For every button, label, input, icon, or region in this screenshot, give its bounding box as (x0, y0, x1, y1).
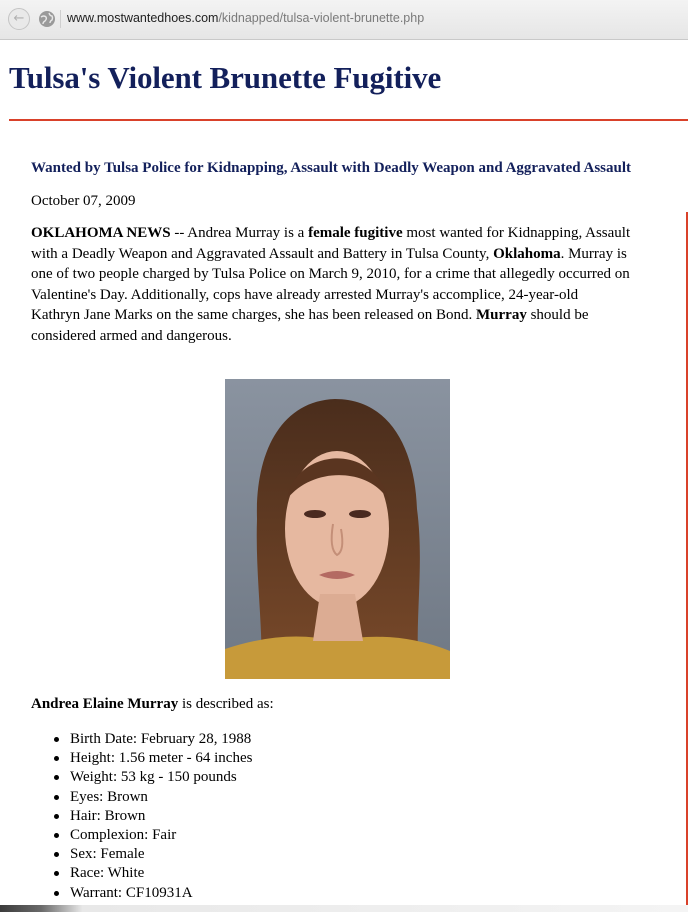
mugshot-photo (225, 379, 450, 679)
article-subtitle: Wanted by Tulsa Police for Kidnapping, A… (31, 160, 632, 176)
article-content: Wanted by Tulsa Police for Kidnapping, A… (31, 158, 631, 346)
fact-item: Warrant: CF10931A (31, 884, 252, 903)
fugitive-facts-list: Birth Date: February 28, 1988 Height: 1.5… (31, 730, 252, 903)
fact-item: Race: White (31, 864, 252, 883)
description-intro: Andrea Elaine Murray is described as: (31, 694, 274, 714)
fact-item: Birth Date: February 28, 1988 (31, 730, 252, 749)
page-title: Tulsa's Violent Brunette Fugitive (9, 60, 442, 95)
fact-item: Eyes: Brown (31, 788, 252, 807)
fugitive-name: Andrea Elaine Murray (31, 696, 179, 712)
url-path: /kidnapped/tulsa-violent-brunette.php (218, 11, 425, 25)
browser-toolbar: ← www.mostwantedhoes.com/kidnapped/tulsa… (0, 0, 688, 40)
address-bar[interactable]: www.mostwantedhoes.com/kidnapped/tulsa-v… (67, 11, 424, 25)
article-text: -- Andrea Murray is a (170, 225, 309, 241)
url-separator (60, 10, 61, 28)
fact-item: Weight: 53 kg - 150 pounds (31, 768, 252, 787)
article-bold-text: OKLAHOMA NEWS (31, 225, 171, 241)
fact-item: Height: 1.56 meter - 64 inches (31, 749, 252, 768)
window-bottom-edge (0, 905, 688, 912)
article-bold-text: Oklahoma (493, 245, 561, 262)
fact-item: Complexion: Fair (31, 826, 252, 845)
url-domain: www.mostwantedhoes.com (67, 11, 219, 25)
mugshot-image (225, 379, 450, 679)
description-suffix: is described as: (178, 696, 274, 712)
article-bold-text: female fugitive (308, 225, 403, 241)
article-body: OKLAHOMA NEWS -- Andrea Murray is a fema… (31, 223, 631, 346)
header-divider (9, 119, 688, 121)
globe-icon (39, 11, 55, 27)
fact-item: Sex: Female (31, 845, 252, 864)
back-button[interactable]: ← (8, 8, 30, 30)
fact-item: Hair: Brown (31, 807, 252, 826)
article-bold-text: Murray (476, 307, 527, 323)
back-arrow-icon: ← (13, 11, 25, 26)
article-date: October 07, 2009 (31, 193, 136, 209)
